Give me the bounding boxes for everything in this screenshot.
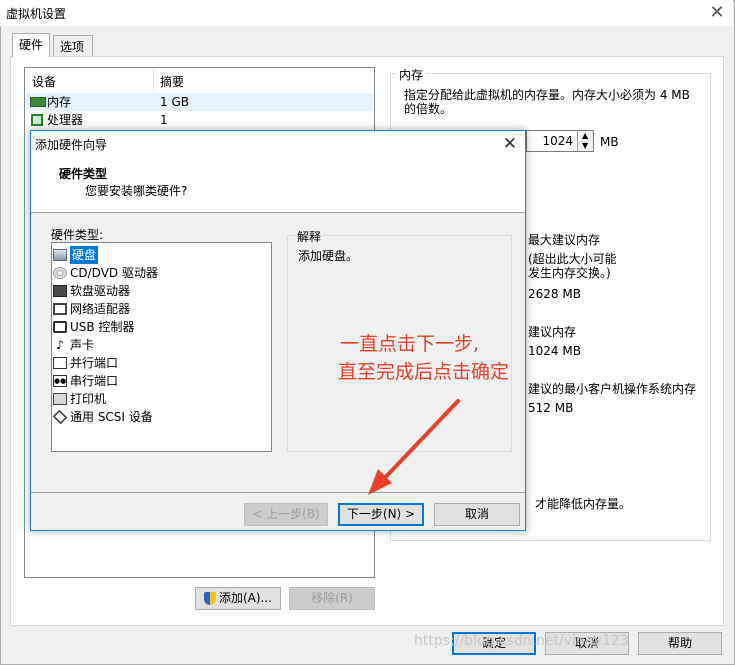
annotation-arrow: [368, 399, 460, 495]
wizard-heading: 硬件类型: [59, 167, 108, 181]
explanation-text: 添加硬盘。: [298, 249, 359, 263]
usb-icon: [53, 321, 67, 333]
column-divider: [153, 69, 154, 91]
hardware-item-hard-disk[interactable]: 硬盘: [53, 246, 99, 264]
hardware-item-scsi[interactable]: 通用 SCSI 设备: [52, 408, 153, 426]
annotation-line-2: 直至完成后点击确定: [338, 361, 510, 383]
memory-unit: MB: [600, 135, 619, 149]
max-recommended-label: 最大建议内存: [528, 233, 601, 247]
hardware-item-label: 网络适配器: [70, 302, 131, 316]
hardware-item-printer[interactable]: 打印机: [53, 390, 106, 408]
tab-hardware[interactable]: 硬件: [12, 33, 50, 57]
hardware-item-label: 打印机: [70, 392, 107, 406]
device-name: 处理器: [47, 113, 84, 127]
annotation-line-1: 一直点击下一步,: [340, 333, 480, 355]
hardware-item-cd-dvd[interactable]: CD/DVD 驱动器: [53, 264, 158, 282]
network-adapter-icon: [53, 303, 67, 315]
floppy-icon: [53, 285, 67, 297]
serial-port-icon: ●●: [53, 375, 67, 387]
recommended-label: 建议内存: [528, 325, 577, 339]
memory-size-input[interactable]: 1024 ▲ ▼: [526, 130, 594, 152]
hardware-item-parallel[interactable]: 并行端口: [53, 354, 118, 372]
hardware-item-label: 硬盘: [70, 246, 99, 264]
hardware-item-floppy[interactable]: 软盘驱动器: [53, 282, 130, 300]
wizard-close-button[interactable]: ✕: [503, 134, 517, 154]
shield-icon: [203, 592, 216, 605]
device-summary: 1: [160, 113, 168, 127]
hardware-item-label: 软盘驱动器: [70, 284, 131, 298]
recommended-value: 1024 MB: [528, 344, 581, 358]
hardware-type-label: 硬件类型:: [51, 228, 104, 242]
watermark: https://blog.csdn.net/vinny123: [414, 633, 629, 649]
tab-options[interactable]: 选项: [53, 35, 93, 56]
device-row-memory[interactable]: 内存 1 GB: [26, 93, 373, 111]
add-label: 添加(A)...: [218, 591, 273, 605]
help-button[interactable]: 帮助: [638, 632, 722, 655]
hardware-item-serial[interactable]: ●● 串行端口: [53, 372, 118, 390]
remove-device-button[interactable]: 移除(R): [289, 587, 375, 610]
add-device-button[interactable]: 添加(A)...: [195, 587, 281, 610]
device-summary: 1 GB: [160, 95, 189, 109]
sound-card-icon: ♪: [56, 338, 64, 352]
device-column-header[interactable]: 设备: [32, 73, 56, 90]
hardware-item-sound[interactable]: ♪ 声卡: [53, 336, 94, 354]
spin-up-icon[interactable]: ▲: [582, 131, 588, 140]
wizard-cancel-button[interactable]: 取消: [434, 503, 520, 526]
hardware-item-label: 通用 SCSI 设备: [70, 410, 153, 424]
hardware-item-network[interactable]: 网络适配器: [53, 300, 130, 318]
memory-description-2: 的倍数。: [404, 102, 453, 116]
arrow-shaft: [376, 399, 460, 487]
memory-icon: [30, 97, 46, 107]
printer-icon: [53, 393, 67, 405]
wizard-title: 添加硬件向导: [35, 138, 108, 152]
hardware-item-label: 声卡: [70, 338, 95, 352]
title-bar: [0, 0, 733, 26]
summary-column-header[interactable]: 摘要: [160, 73, 184, 90]
hard-disk-icon: [53, 249, 67, 261]
explanation-title: 解释: [295, 228, 324, 245]
back-button[interactable]: < 上一步(B): [244, 503, 328, 526]
window-close-button[interactable]: ✕: [707, 2, 727, 23]
spin-down-icon[interactable]: ▼: [582, 141, 588, 150]
memory-size-value: 1024: [542, 134, 573, 148]
next-button[interactable]: 下一步(N) >: [338, 503, 424, 526]
memory-group-title: 内存: [396, 66, 427, 83]
device-name: 内存: [47, 95, 72, 109]
device-row-processor[interactable]: 处理器 1: [26, 111, 373, 129]
max-recommended-note-2: 发生内存交换。): [528, 266, 611, 280]
hardware-item-label: USB 控制器: [70, 320, 135, 334]
hardware-item-label: 串行端口: [70, 374, 119, 388]
cd-dvd-icon: [53, 267, 67, 279]
wizard-subheading: 您要安装哪类硬件?: [85, 184, 188, 198]
hardware-item-label: CD/DVD 驱动器: [70, 266, 158, 280]
parallel-port-icon: [53, 357, 67, 369]
guest-min-label: 建议的最小客户机操作系统内存: [528, 382, 697, 396]
hardware-item-usb[interactable]: USB 控制器: [53, 318, 134, 336]
scsi-icon: [52, 409, 68, 425]
hardware-item-label: 并行端口: [70, 356, 119, 370]
max-recommended-value: 2628 MB: [528, 287, 581, 301]
spin-buttons[interactable]: ▲ ▼: [577, 131, 593, 151]
window-title: 虚拟机设置: [6, 7, 67, 21]
processor-icon: [31, 114, 43, 126]
guest-min-value: 512 MB: [528, 401, 574, 415]
memory-footer-note: 才能降低内存量。: [535, 497, 632, 511]
